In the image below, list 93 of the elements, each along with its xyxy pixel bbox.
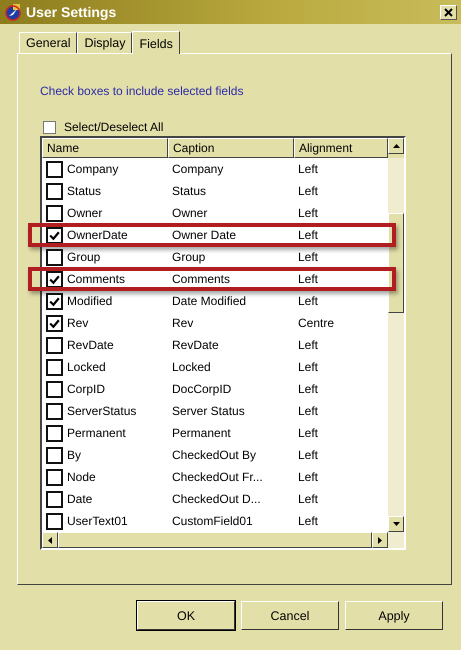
alignment-text: Centre (298, 316, 334, 330)
checkbox[interactable] (46, 336, 63, 354)
alignment-text: Left (298, 470, 318, 484)
caption-text: Rev (172, 316, 194, 330)
alignment-text: Left (298, 162, 318, 176)
field-name: UserText01 (67, 514, 128, 528)
field-name: Company (67, 162, 118, 176)
checkbox[interactable] (46, 424, 63, 442)
column-header[interactable]: Alignment (294, 138, 388, 158)
field-name: Status (67, 184, 102, 198)
checkbox[interactable] (46, 468, 63, 486)
caption-text: RevDate (172, 338, 219, 352)
field-name: Node (67, 470, 96, 484)
alignment-text: Left (298, 360, 318, 374)
checkbox[interactable] (46, 160, 63, 178)
field-name: RevDate (67, 338, 114, 352)
instruction-text: Check boxes to include selected fields (40, 84, 244, 98)
field-name: Permanent (67, 426, 126, 440)
app-icon (4, 3, 22, 21)
field-name: Rev (67, 316, 88, 330)
checkbox-label: Select/Deselect All (64, 120, 164, 134)
alignment-text: Left (298, 426, 318, 440)
field-name: Comments (67, 272, 126, 286)
field-name: Owner (67, 206, 102, 220)
tab[interactable]: Display (77, 32, 132, 53)
field-name: By (67, 448, 82, 462)
alignment-text: Left (298, 272, 318, 286)
dialog-button[interactable]: Cancel (241, 601, 339, 630)
caption-text: Date Modified (172, 294, 246, 308)
checkbox[interactable] (46, 380, 63, 398)
field-name: CorpID (67, 382, 106, 396)
field-name: OwnerDate (67, 228, 128, 242)
scroll-up-button[interactable] (388, 138, 404, 154)
alignment-text: Left (298, 382, 318, 396)
checkbox[interactable] (46, 446, 63, 464)
alignment-text: Left (298, 338, 318, 352)
field-name: ServerStatus (67, 404, 136, 418)
alignment-text: Left (298, 448, 318, 462)
alignment-text: Left (298, 404, 318, 418)
checkbox[interactable] (46, 314, 63, 332)
alignment-text: Left (298, 228, 318, 242)
alignment-text: Left (298, 184, 318, 198)
caption-text: Locked (172, 360, 211, 374)
caption-text: Comments (172, 272, 230, 286)
caption-text: CheckedOut D... (172, 492, 261, 506)
dialog-button[interactable]: OK (137, 601, 235, 630)
checkbox[interactable] (46, 270, 63, 288)
alignment-text: Left (298, 492, 318, 506)
scroll-left-button[interactable] (42, 532, 58, 548)
field-name: Date (67, 492, 92, 506)
checkbox[interactable] (46, 182, 63, 200)
tab[interactable]: Fields (132, 31, 180, 54)
scroll-right-button[interactable] (372, 532, 388, 548)
field-name: Group (67, 250, 100, 264)
caption-text: CheckedOut By (172, 448, 256, 462)
right-arrow-icon (378, 536, 382, 544)
close-button[interactable] (440, 4, 457, 20)
checkbox[interactable] (46, 292, 63, 310)
field-name: Modified (67, 294, 112, 308)
caption-text: CustomField01 (172, 514, 253, 528)
checkbox[interactable] (46, 402, 63, 420)
caption-text: Server Status (172, 404, 245, 418)
window-title: User Settings (26, 4, 118, 20)
tab[interactable]: General (19, 32, 78, 53)
checkbox[interactable] (46, 226, 63, 244)
scroll-down-button[interactable] (388, 516, 404, 532)
checkbox[interactable] (46, 358, 63, 376)
alignment-text: Left (298, 206, 318, 220)
checkbox[interactable] (46, 248, 63, 266)
alignment-text: Left (298, 250, 318, 264)
down-arrow-icon (392, 522, 400, 526)
checkbox[interactable] (43, 120, 56, 134)
dialog-button[interactable]: Apply (345, 601, 443, 630)
checkbox[interactable] (46, 490, 63, 508)
caption-text: Owner Date (172, 228, 236, 242)
caption-text: Company (172, 162, 224, 176)
left-arrow-icon (48, 536, 52, 544)
caption-text: Permanent (172, 426, 231, 440)
alignment-text: Left (298, 294, 318, 308)
alignment-text: Left (298, 514, 318, 528)
column-header[interactable]: Caption (168, 138, 294, 158)
caption-text: Group (172, 250, 206, 264)
caption-text: CheckedOut Fr... (172, 470, 263, 484)
vertical-scrollbar[interactable] (388, 158, 404, 532)
checkbox[interactable] (46, 512, 63, 530)
caption-text: Owner (172, 206, 208, 220)
close-icon (444, 8, 453, 16)
caption-text: DocCorpID (172, 382, 232, 396)
checkbox[interactable] (46, 204, 63, 222)
up-arrow-icon (392, 144, 400, 148)
column-header[interactable]: Name (42, 138, 168, 158)
field-name: Locked (67, 360, 106, 374)
caption-text: Status (172, 184, 206, 198)
